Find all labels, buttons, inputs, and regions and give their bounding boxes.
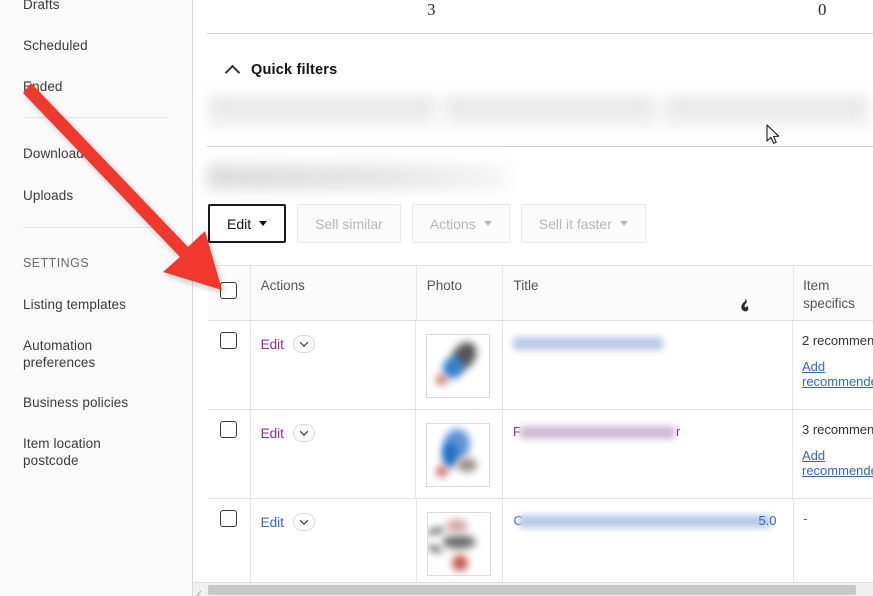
row-recommendation-count: 3 recommen: [802, 422, 873, 437]
app-screenshot: Drafts Scheduled Ended Downloads Uploads…: [0, 0, 873, 596]
quick-filters-label: Quick filters: [251, 62, 338, 78]
sidebar-divider-2: [23, 227, 169, 228]
column-header-item-specifics-label: Item specifics: [803, 278, 855, 311]
row-photo-cell: [416, 321, 503, 409]
sell-similar-button[interactable]: Sell similar: [297, 204, 401, 243]
flame-icon-svg: [741, 298, 749, 312]
summary-count-1: 3: [427, 0, 436, 19]
chevron-down-icon: [299, 338, 309, 347]
sell-it-faster-button-label: Sell it faster: [538, 215, 612, 232]
chevron-up-icon: [225, 62, 241, 78]
sidebar-item-scheduled[interactable]: Scheduled: [23, 37, 88, 54]
row-add-recommended-link[interactable]: Add recommende: [802, 359, 873, 389]
sidebar-section-settings: SETTINGS: [23, 256, 90, 270]
sidebar-item-item-location-postcode[interactable]: Item location postcode: [23, 435, 101, 469]
filter-chip[interactable]: [444, 96, 656, 130]
row-add-recommended-link[interactable]: Add recommende: [802, 448, 873, 478]
table-row: Edit F r 3 recommen Add recommende: [208, 410, 873, 499]
filter-chip[interactable]: [208, 96, 436, 130]
row-actions-dropdown[interactable]: [292, 424, 315, 442]
row-actions-dropdown[interactable]: [292, 513, 315, 531]
row-title-blurred[interactable]: [512, 337, 663, 350]
row-checkbox[interactable]: [220, 510, 237, 527]
row-photo-cell: [417, 499, 504, 587]
row-edit-link[interactable]: Edit: [261, 515, 284, 530]
chevron-down-icon: [259, 221, 268, 226]
bulk-action-toolbar: Edit Sell similar Actions Sell it faster: [208, 204, 646, 243]
mouse-cursor: [766, 124, 780, 144]
row-actions-cell: Edit: [249, 410, 417, 498]
summary-count-2: 0: [818, 0, 827, 19]
column-header-photo-label: Photo: [426, 278, 463, 293]
column-header-title-label: Title: [513, 278, 539, 293]
table-row: Edit: [208, 499, 873, 588]
listing-thumbnail[interactable]: [426, 334, 491, 398]
row-item-specifics-cell: -: [794, 499, 873, 587]
sidebar-item-listing-templates[interactable]: Listing templates: [23, 296, 126, 313]
row-recommendation-count: -: [803, 511, 808, 526]
listings-table: Actions Photo Title Item specifics Edit …: [208, 265, 873, 588]
row-actions-cell: Edit: [249, 499, 417, 587]
row-item-specifics-cell: 2 recommen Add recommende: [793, 321, 873, 409]
quick-filters-divider: [207, 146, 873, 147]
quick-filters-toggle[interactable]: Quick filters: [225, 62, 337, 78]
chevron-down-icon: [299, 516, 309, 525]
results-heading-blurred: [207, 164, 507, 190]
actions-button[interactable]: Actions: [411, 204, 510, 243]
row-checkbox[interactable]: [220, 421, 237, 438]
scroll-left-arrow-icon[interactable]: [195, 586, 204, 596]
row-item-specifics-cell: 3 recommen Add recommende: [793, 410, 873, 498]
column-header-actions-label: Actions: [260, 278, 305, 293]
row-photo-cell: [416, 410, 503, 498]
row-select-cell: [208, 321, 250, 409]
row-recommendation-count: 2 recommen: [802, 333, 873, 348]
row-select-cell: [208, 499, 250, 587]
edit-button-label: Edit: [227, 215, 252, 232]
select-all-checkbox[interactable]: [220, 282, 237, 299]
row-title-cell: [503, 321, 793, 409]
sidebar: Drafts Scheduled Ended Downloads Uploads…: [0, 0, 193, 596]
sidebar-item-downloads[interactable]: Downloads: [23, 145, 91, 162]
row-actions-cell: Edit: [249, 321, 417, 409]
horizontal-scrollbar-thumb[interactable]: [208, 585, 856, 595]
row-title-blurred[interactable]: [519, 515, 772, 528]
actions-button-label: Actions: [429, 215, 476, 232]
table-row: Edit: [208, 321, 873, 410]
chevron-down-icon: [483, 221, 492, 226]
select-all-cell: [208, 266, 250, 320]
sidebar-item-business-policies[interactable]: Business policies: [23, 394, 128, 411]
row-title-cell: F r: [503, 410, 793, 498]
column-header-item-specifics: Item specifics: [794, 266, 873, 320]
row-edit-link[interactable]: Edit: [261, 337, 284, 352]
row-title-suffix: 5.0: [758, 513, 777, 528]
horizontal-scrollbar[interactable]: [193, 582, 873, 596]
chevron-down-icon: [299, 427, 309, 436]
main-content: 3 0 Quick filters Edit Sell similar Acti…: [193, 0, 873, 596]
row-actions-dropdown[interactable]: [292, 335, 315, 353]
row-title-cell: C 5.0: [503, 499, 795, 587]
row-checkbox[interactable]: [220, 332, 237, 349]
row-select-cell: [208, 410, 250, 498]
column-header-title: Title: [503, 266, 795, 320]
flame-icon[interactable]: [738, 298, 751, 316]
column-header-photo: Photo: [417, 266, 504, 320]
sidebar-item-uploads[interactable]: Uploads: [23, 187, 73, 204]
listing-thumbnail[interactable]: [426, 512, 491, 576]
row-title-blurred[interactable]: [519, 426, 675, 439]
column-header-actions: Actions: [249, 266, 417, 320]
sidebar-item-ended[interactable]: Ended: [23, 78, 63, 95]
summary-divider: [207, 33, 873, 34]
sidebar-item-drafts[interactable]: Drafts: [23, 0, 60, 13]
listing-thumbnail[interactable]: [426, 423, 491, 487]
row-title-suffix: r: [675, 424, 681, 439]
sell-it-faster-button[interactable]: Sell it faster: [520, 204, 646, 243]
table-header-row: Actions Photo Title Item specifics: [208, 265, 873, 321]
sidebar-item-automation-preferences[interactable]: Automation preferences: [23, 337, 95, 371]
edit-button[interactable]: Edit: [208, 204, 287, 243]
row-edit-link[interactable]: Edit: [261, 426, 284, 441]
sidebar-divider-1: [23, 117, 169, 118]
chevron-down-icon: [619, 221, 628, 226]
sell-similar-button-label: Sell similar: [315, 215, 383, 232]
